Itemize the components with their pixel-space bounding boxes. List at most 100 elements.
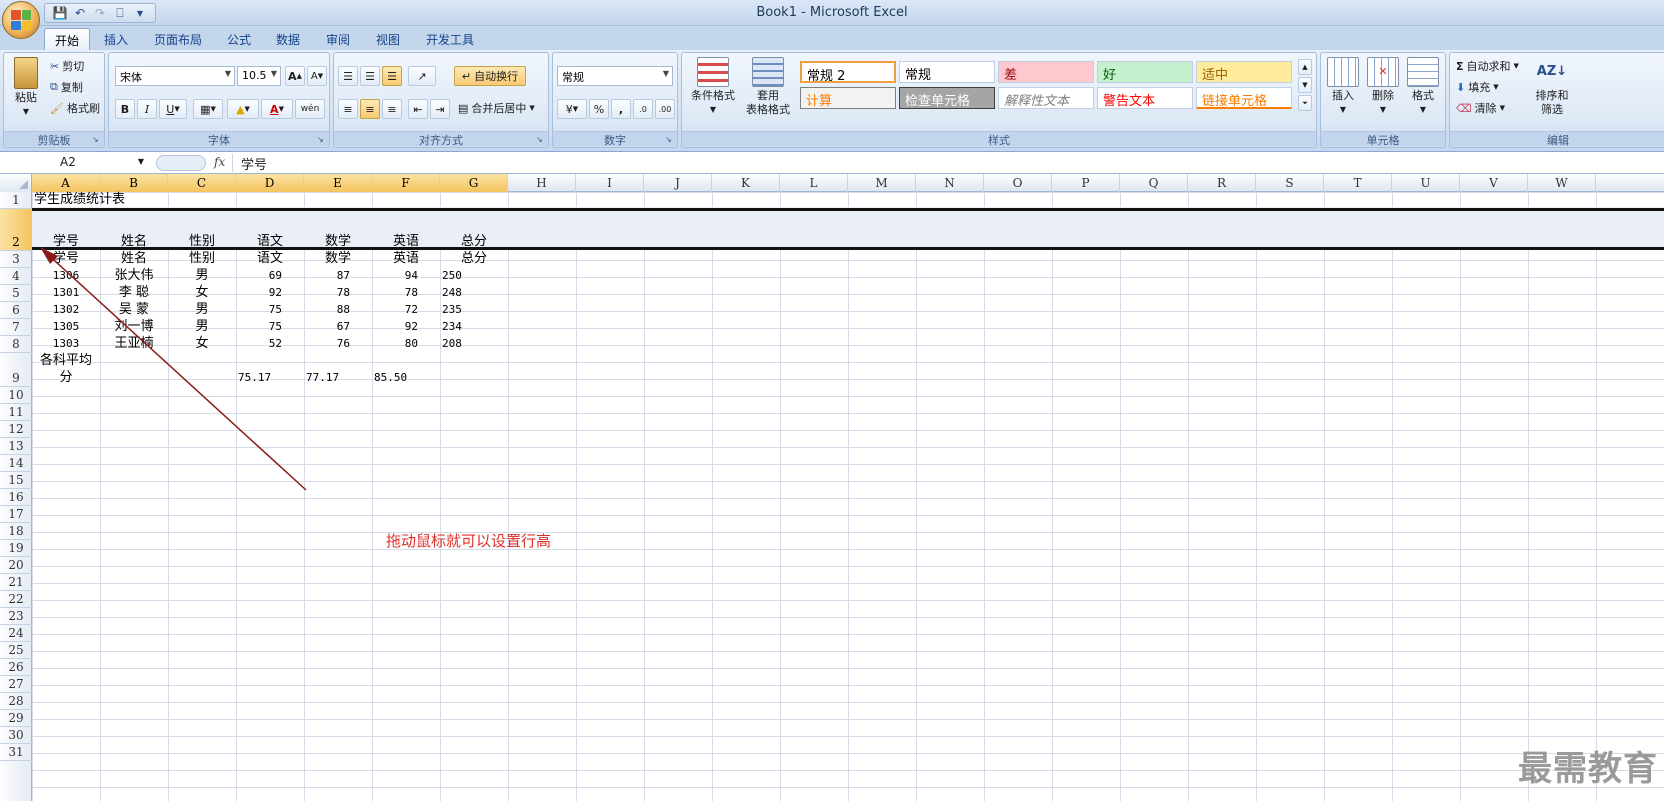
tab-developer[interactable]: 开发工具 [416, 28, 484, 50]
tab-formulas[interactable]: 公式 [217, 28, 261, 50]
row-header-21[interactable]: 21 [0, 574, 32, 591]
row-header-14[interactable]: 14 [0, 455, 32, 472]
average-label-line2[interactable]: 分 [32, 370, 100, 387]
font-color-button[interactable]: A ▼ [261, 99, 293, 119]
row-header-17[interactable]: 17 [0, 506, 32, 523]
table-cell[interactable]: 72 [372, 302, 440, 319]
header-cell[interactable]: 英语 [372, 251, 440, 268]
column-header-s[interactable]: S [1256, 174, 1324, 192]
table-cell[interactable]: 235 [440, 302, 508, 319]
dialog-launcher-icon[interactable]: ↘ [536, 135, 546, 145]
table-cell[interactable]: 男 [168, 268, 236, 285]
row-header-15[interactable]: 15 [0, 472, 32, 489]
header-cell[interactable]: 数学 [304, 251, 372, 268]
column-header-i[interactable]: I [576, 174, 644, 192]
column-header-f[interactable]: F [372, 174, 440, 192]
row-header-10[interactable]: 10 [0, 387, 32, 404]
align-bottom-button[interactable]: ☰ [382, 66, 402, 86]
average-cell[interactable]: 77.17 [304, 370, 372, 387]
dialog-launcher-icon[interactable]: ↘ [317, 135, 327, 145]
column-header-b[interactable]: B [100, 174, 168, 192]
table-cell[interactable]: 男 [168, 319, 236, 336]
copy-button[interactable]: ⧉ 复制 [50, 78, 83, 96]
table-cell[interactable]: 男 [168, 302, 236, 319]
row-header-29[interactable]: 29 [0, 710, 32, 727]
table-cell[interactable]: 78 [304, 285, 372, 302]
insert-function-icon[interactable]: fx [214, 155, 225, 169]
select-all-button[interactable] [0, 174, 32, 192]
cell-style-2[interactable]: 差 [998, 61, 1094, 83]
increase-indent-button[interactable]: ⇥ [430, 99, 450, 119]
align-center-button[interactable]: ≡ [360, 99, 380, 119]
table-cell[interactable]: 张大伟 [100, 268, 168, 285]
cell-style-9[interactable]: 链接单元格 [1196, 87, 1292, 109]
column-header-o[interactable]: O [984, 174, 1052, 192]
table-cell[interactable]: 92 [372, 319, 440, 336]
borders-button[interactable]: ▦ ▼ [193, 99, 223, 119]
comma-button[interactable]: , [611, 99, 631, 119]
row-header-18[interactable]: 18 [0, 523, 32, 540]
row-header-13[interactable]: 13 [0, 438, 32, 455]
cell-style-7[interactable]: 解释性文本 [998, 87, 1094, 109]
fill-color-button[interactable]: ▲ ▼ [227, 99, 259, 119]
office-button[interactable] [2, 1, 40, 39]
row-header-9[interactable]: 9 [0, 353, 32, 387]
column-header-l[interactable]: L [780, 174, 848, 192]
row-header-8[interactable]: 8 [0, 336, 32, 353]
cell-style-3[interactable]: 好 [1097, 61, 1193, 83]
row-header-3[interactable]: 3 [0, 251, 32, 268]
formula-input[interactable]: 学号 [232, 154, 267, 173]
dialog-launcher-icon[interactable]: ↘ [665, 135, 675, 145]
sort-filter-button[interactable]: AZ↓ 排序和 筛选 [1532, 57, 1572, 117]
table-cell[interactable]: 1303 [32, 336, 100, 353]
row-header-4[interactable]: 4 [0, 268, 32, 285]
table-cell[interactable]: 80 [372, 336, 440, 353]
table-cell[interactable]: 1302 [32, 302, 100, 319]
cell-style-5[interactable]: 计算 [800, 87, 896, 109]
underline-button[interactable]: U ▼ [159, 99, 187, 119]
cell-style-6[interactable]: 检查单元格 [899, 87, 995, 109]
row-header-20[interactable]: 20 [0, 557, 32, 574]
header-cell[interactable]: 姓名 [100, 251, 168, 268]
column-header-h[interactable]: H [508, 174, 576, 192]
table-cell[interactable]: 92 [236, 285, 304, 302]
tab-data[interactable]: 数据 [266, 28, 310, 50]
tab-home[interactable]: 开始 [44, 28, 91, 50]
format-cells-button[interactable]: 格式 ▼ [1405, 57, 1441, 117]
table-cell[interactable]: 69 [236, 268, 304, 285]
format-as-table-button[interactable]: 套用 表格格式 [738, 57, 798, 117]
row-header-25[interactable]: 25 [0, 642, 32, 659]
column-header-n[interactable]: N [916, 174, 984, 192]
row-header-22[interactable]: 22 [0, 591, 32, 608]
average-cell[interactable]: 75.17 [236, 370, 304, 387]
align-right-button[interactable]: ≡ [382, 99, 402, 119]
font-size-select[interactable]: 10.5 ▼ [237, 66, 281, 86]
italic-button[interactable]: I [137, 99, 157, 119]
tab-review[interactable]: 审阅 [316, 28, 360, 50]
decrease-decimal-button[interactable]: .00 [655, 99, 675, 119]
decrease-indent-button[interactable]: ⇤ [408, 99, 428, 119]
wrap-text-button[interactable]: ↵ 自动换行 [454, 66, 526, 86]
table-cell[interactable]: 87 [304, 268, 372, 285]
table-cell[interactable]: 1305 [32, 319, 100, 336]
row-header-30[interactable]: 30 [0, 727, 32, 744]
table-cell[interactable]: 250 [440, 268, 508, 285]
table-cell[interactable]: 75 [236, 302, 304, 319]
header-cell[interactable]: 性别 [168, 251, 236, 268]
fill-button[interactable]: ⬇ 填充 ▼ [1456, 78, 1499, 96]
percent-button[interactable]: % [589, 99, 609, 119]
header-cell[interactable]: 总分 [440, 251, 508, 268]
table-cell[interactable]: 吴 蒙 [100, 302, 168, 319]
table-cell[interactable]: 52 [236, 336, 304, 353]
row-header-24[interactable]: 24 [0, 625, 32, 642]
row-header-1[interactable]: 1 [0, 192, 32, 209]
table-cell[interactable]: 王亚楠 [100, 336, 168, 353]
column-header-t[interactable]: T [1324, 174, 1392, 192]
table-cell[interactable]: 女 [168, 336, 236, 353]
row-header-27[interactable]: 27 [0, 676, 32, 693]
tab-view[interactable]: 视图 [366, 28, 410, 50]
number-format-select[interactable]: 常规 ▼ [557, 66, 673, 86]
sheet-title-cell[interactable]: 学生成绩统计表 [32, 192, 172, 209]
format-painter-button[interactable]: 🖌 格式刷 [50, 99, 100, 117]
row-header-23[interactable]: 23 [0, 608, 32, 625]
